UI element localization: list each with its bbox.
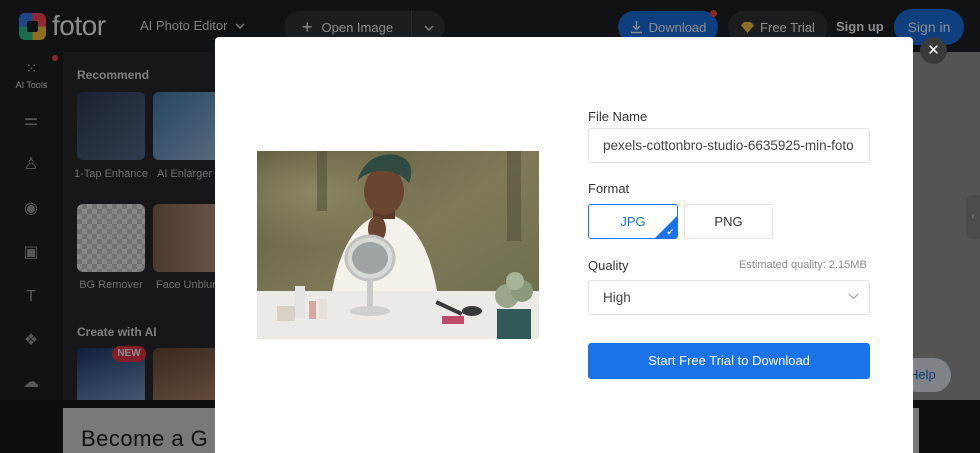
- image-preview: [257, 151, 539, 339]
- chevron-down-icon: [848, 281, 859, 314]
- format-jpg-label: JPG: [620, 214, 646, 229]
- format-png-label: PNG: [714, 214, 743, 229]
- format-option-jpg[interactable]: JPG ✔: [588, 204, 678, 239]
- estimated-quality: Estimated quality: 2.15MB: [739, 259, 867, 271]
- format-option-png[interactable]: PNG: [684, 204, 773, 239]
- page: fotor AI Photo Editor + Open Image Downl…: [0, 0, 980, 453]
- quality-label: Quality: [588, 258, 629, 273]
- quality-select[interactable]: High: [588, 280, 870, 315]
- checkmark-icon: ✔: [666, 227, 674, 237]
- close-icon[interactable]: ✕: [920, 37, 947, 64]
- format-label: Format: [588, 181, 630, 196]
- quality-value: High: [603, 290, 631, 305]
- start-free-trial-button[interactable]: Start Free Trial to Download: [588, 343, 870, 379]
- preview-photo: [257, 151, 539, 339]
- file-name-label: File Name: [588, 109, 648, 124]
- file-name-input[interactable]: pexels-cottonbro-studio-6635925-min-foto: [588, 128, 870, 163]
